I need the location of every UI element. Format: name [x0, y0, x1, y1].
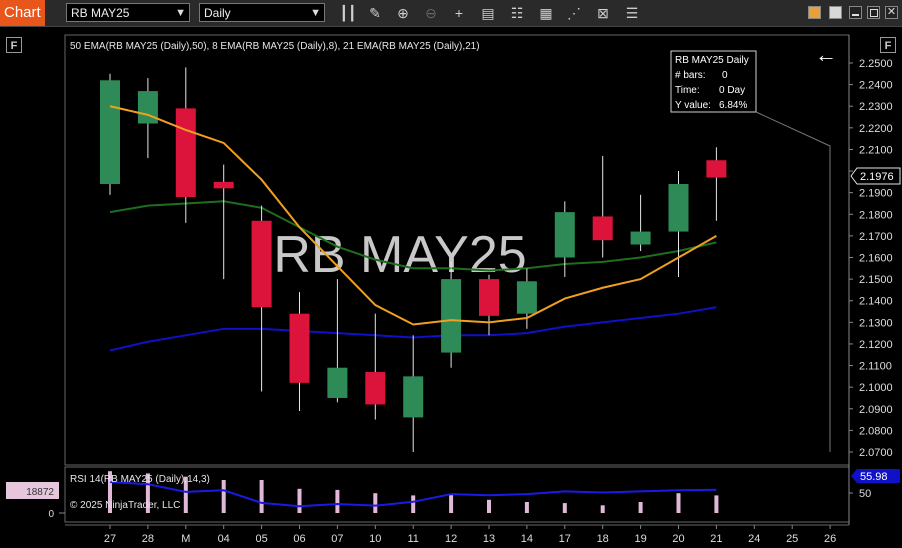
volume-bar — [335, 489, 340, 513]
volume-bar — [411, 495, 416, 513]
rsi-series — [109, 481, 717, 508]
time-tick-label: 07 — [331, 533, 343, 545]
volume-bar — [676, 493, 681, 513]
volume-zero-label: 0 — [48, 509, 54, 520]
price-tick-label: 2.2500 — [859, 58, 893, 70]
time-tick-label: 26 — [824, 533, 836, 545]
ema8-line — [109, 105, 717, 326]
price-tick-label: 2.1000 — [859, 382, 893, 394]
rsi-label: RSI 14(RB MAY25 (Daily),14,3) — [70, 474, 210, 485]
time-tick-label: 24 — [748, 533, 760, 545]
time-tick-label: 12 — [445, 533, 457, 545]
rsi-line — [109, 481, 717, 508]
volume-bar — [297, 488, 302, 513]
price-tick-label: 2.1800 — [859, 209, 893, 221]
candle-down — [592, 216, 613, 241]
price-tick-label: 2.1700 — [859, 231, 893, 243]
measure-line — [755, 111, 831, 452]
volume-bar — [487, 499, 491, 513]
data-box-value-time: 0 Day — [719, 85, 745, 96]
price-tick-label: 2.1900 — [859, 188, 893, 200]
current-price-marker: 2.1976 — [850, 167, 901, 185]
candle-up — [441, 279, 462, 353]
volume-bar — [638, 502, 643, 513]
price-tick-label: 2.0900 — [859, 404, 893, 416]
data-box-title: RB MAY25 Daily — [675, 55, 749, 66]
candle-down — [251, 220, 272, 308]
volume-bar — [449, 494, 454, 513]
ema8-series — [109, 105, 717, 326]
candle-down — [706, 160, 727, 178]
volume-bar — [259, 480, 264, 513]
candle-down — [213, 181, 234, 189]
time-axis: 27 28 M 04 05 06 07 10 11 12 13 14 17 18 19 20 21 24 25 26 — [65, 524, 849, 545]
time-tick-label: 14 — [521, 533, 533, 545]
candle-down — [365, 372, 386, 405]
current-price-label: 2.1976 — [860, 171, 894, 183]
candle-down — [289, 313, 310, 383]
time-tick-label: 04 — [218, 533, 230, 545]
candle-up — [403, 376, 424, 418]
price-tick-label: 2.1200 — [859, 339, 893, 351]
price-tick-label: 2.2100 — [859, 144, 893, 156]
rsi-tick-50: 50 — [859, 488, 871, 500]
price-tick-label: 2.1600 — [859, 253, 893, 265]
time-tick-label: 18 — [597, 533, 609, 545]
volume-value-label: 18872 — [26, 487, 54, 498]
price-tick-label: 2.1300 — [859, 317, 893, 329]
price-tick-label: 2.2400 — [859, 80, 893, 92]
data-box-value-bars: 0 — [722, 70, 728, 81]
copyright-text: © 2025 NinjaTrader, LLC — [70, 500, 180, 511]
price-axis-ticks: 2.25002.24002.23002.22002.21002.20002.19… — [849, 58, 893, 459]
price-tick-label: 2.2300 — [859, 101, 893, 113]
volume-bar — [714, 495, 719, 513]
data-box-label-y: Y value: — [675, 100, 711, 111]
time-tick-label: 06 — [293, 533, 305, 545]
time-tick-label: 25 — [786, 533, 798, 545]
time-tick-label: 05 — [255, 533, 267, 545]
volume-bar — [221, 480, 226, 513]
data-box-label-time: Time: — [675, 85, 700, 96]
data-box-label-bars: # bars: — [675, 70, 706, 81]
price-tick-label: 2.1100 — [859, 361, 892, 373]
volume-bar — [562, 503, 567, 513]
volume-bar — [600, 505, 605, 513]
candle-up — [554, 212, 575, 258]
price-tick-label: 2.1500 — [859, 274, 893, 286]
price-chart[interactable]: RB MAY25 50 EMA(RB MAY25 (Daily),50), 8 … — [0, 0, 902, 548]
time-tick-label: 28 — [142, 533, 154, 545]
price-tick-label: 2.0700 — [859, 447, 893, 459]
price-tick-label: 2.2200 — [859, 123, 893, 135]
time-tick-label: M — [181, 533, 190, 545]
time-tick-label: 19 — [634, 533, 646, 545]
time-tick-label: 10 — [369, 533, 381, 545]
time-tick-label: 27 — [104, 533, 116, 545]
time-tick-label: 13 — [483, 533, 495, 545]
candle-down — [479, 279, 499, 316]
volume-bar — [373, 493, 378, 513]
time-tick-label: 11 — [407, 533, 418, 545]
candle-down — [175, 108, 196, 197]
candle-up — [630, 231, 651, 245]
data-box-value-y: 6.84% — [719, 100, 747, 111]
arrow-left-icon[interactable]: ← — [815, 42, 837, 67]
candle-up — [100, 80, 120, 185]
indicator-label: 50 EMA(RB MAY25 (Daily),50), 8 EMA(RB MA… — [70, 41, 480, 52]
time-tick-label: 21 — [710, 533, 722, 545]
candle-up — [516, 281, 537, 314]
price-tick-label: 2.0800 — [859, 425, 893, 437]
price-tick-label: 2.1400 — [859, 296, 893, 308]
rsi-value-label: 55.98 — [860, 471, 888, 483]
time-tick-label: 20 — [672, 533, 684, 545]
candle-up — [327, 367, 348, 398]
time-tick-label: 17 — [559, 533, 571, 545]
candle-up — [668, 184, 689, 232]
volume-bar — [524, 502, 529, 513]
